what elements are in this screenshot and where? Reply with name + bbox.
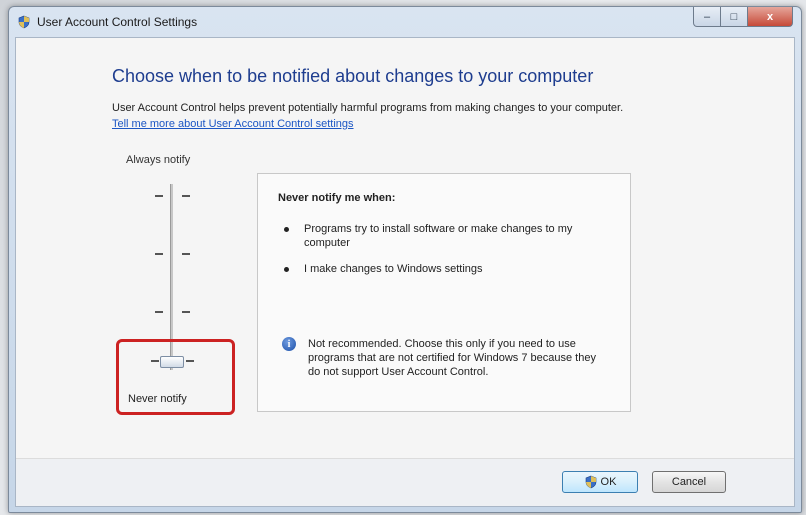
bullet-icon bbox=[284, 267, 289, 272]
ok-button-label: OK bbox=[600, 476, 617, 488]
list-item: Programs try to install software or make… bbox=[278, 222, 608, 250]
caption-buttons: – □ x bbox=[693, 7, 793, 27]
slider-tick-left bbox=[155, 253, 163, 255]
uac-settings-window: User Account Control Settings – □ x Choo… bbox=[8, 6, 802, 513]
cancel-button[interactable]: Cancel bbox=[652, 471, 726, 493]
bullet-icon bbox=[284, 227, 289, 232]
window-title: User Account Control Settings bbox=[37, 15, 198, 29]
close-button[interactable]: x bbox=[748, 7, 793, 27]
slider-tick-right bbox=[182, 195, 190, 197]
learn-more-link[interactable]: Tell me more about User Account Control … bbox=[112, 118, 354, 130]
bullet-list: Programs try to install software or make… bbox=[278, 222, 608, 288]
ok-button[interactable]: OK bbox=[562, 471, 638, 493]
info-icon: i bbox=[282, 337, 296, 351]
slider-tick-left bbox=[155, 195, 163, 197]
highlight-box bbox=[116, 339, 235, 415]
uac-shield-icon bbox=[18, 15, 30, 29]
client-area: Choose when to be notified about changes… bbox=[15, 37, 795, 507]
bullet-text: Programs try to install software or make… bbox=[304, 223, 573, 249]
slider-tick-right bbox=[182, 311, 190, 313]
setting-description-panel: Never notify me when: Programs try to in… bbox=[257, 173, 631, 412]
slider-tick-left bbox=[155, 311, 163, 313]
warning-text: Not recommended. Choose this only if you… bbox=[308, 338, 596, 378]
slider-top-label: Always notify bbox=[126, 154, 191, 166]
list-item: I make changes to Windows settings bbox=[278, 262, 608, 276]
maximize-button[interactable]: □ bbox=[721, 7, 748, 27]
minimize-button[interactable]: – bbox=[693, 7, 721, 27]
slider-tick-right bbox=[182, 253, 190, 255]
cancel-button-label: Cancel bbox=[671, 476, 707, 488]
page-title: Choose when to be notified about changes… bbox=[112, 66, 594, 86]
uac-shield-icon bbox=[585, 475, 596, 489]
panel-title: Never notify me when: bbox=[278, 192, 396, 204]
title-bar[interactable]: User Account Control Settings – □ x bbox=[9, 7, 801, 37]
bullet-text: I make changes to Windows settings bbox=[304, 263, 483, 275]
description-text: User Account Control helps prevent poten… bbox=[112, 102, 624, 114]
